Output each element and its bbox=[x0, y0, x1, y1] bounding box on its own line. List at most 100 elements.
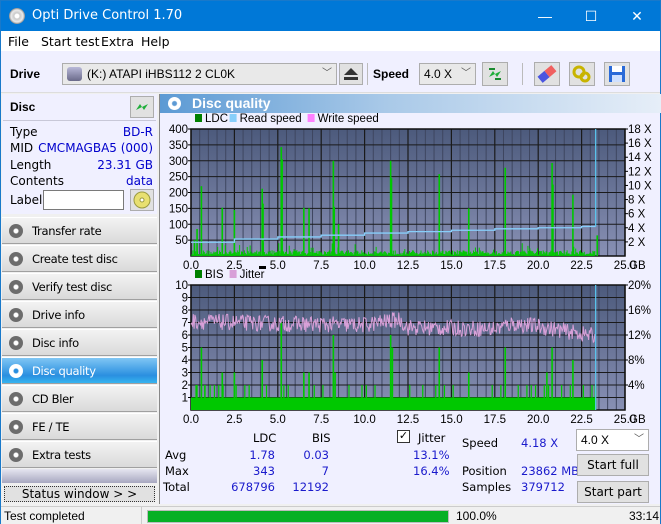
y2-tick-label: 8% bbox=[628, 355, 645, 367]
col-bis-header: BIS bbox=[312, 431, 331, 445]
title-bar: Opti Drive Control 1.70 — ☐ ✕ bbox=[1, 1, 660, 31]
gears-icon bbox=[572, 65, 591, 83]
nav-drive-info[interactable]: Drive info bbox=[2, 301, 157, 328]
legend-label: LDC bbox=[205, 113, 228, 125]
y2-tick-label: 12 X bbox=[628, 166, 652, 178]
drive-select[interactable]: (K:) ATAPI iHBS112 2 CL0K ﹀ bbox=[62, 63, 337, 85]
x-tick-label: 5.0 bbox=[270, 260, 286, 272]
total-ldc-value: 678796 bbox=[231, 480, 275, 494]
samples-value: 379712 bbox=[521, 480, 565, 494]
create-disc-icon bbox=[9, 252, 23, 266]
disc-mid-label: MID bbox=[10, 141, 34, 155]
total-bis-value: 12192 bbox=[292, 480, 329, 494]
nav-create-test-disc[interactable]: Create test disc bbox=[2, 245, 157, 272]
disc-label-input[interactable] bbox=[43, 190, 124, 210]
disc-info-icon bbox=[9, 336, 23, 350]
max-ldc-value: 343 bbox=[253, 464, 275, 478]
speed-select[interactable]: 4.0 X ﹀ bbox=[419, 63, 476, 85]
nav-extra-tests[interactable]: Extra tests bbox=[2, 441, 157, 468]
y-tick-label: 1 bbox=[182, 393, 188, 405]
max-bis-value: 7 bbox=[321, 464, 329, 478]
app-window: Opti Drive Control 1.70 — ☐ ✕ File Start… bbox=[0, 0, 661, 524]
drive-icon bbox=[67, 67, 82, 81]
disc-refresh-button[interactable] bbox=[130, 96, 154, 118]
max-label: Max bbox=[165, 464, 189, 478]
nav-cd-bler[interactable]: CD Bler bbox=[2, 385, 157, 412]
start-full-button[interactable]: Start full bbox=[577, 454, 649, 476]
position-value: 23862 MB bbox=[521, 464, 580, 478]
test-speed-select[interactable]: 4.0 X ﹀ bbox=[576, 429, 649, 451]
y2-tick-label: 8 X bbox=[628, 195, 646, 207]
disc-type-label: Type bbox=[10, 125, 38, 139]
disc-mid-value: CMCMAGBA5 (000) bbox=[38, 141, 153, 155]
nav-label: Verify test disc bbox=[32, 280, 113, 294]
y2-tick-label: 4% bbox=[628, 380, 645, 392]
speed-stat-label: Speed bbox=[462, 436, 499, 450]
menu-start-test[interactable]: Start test bbox=[41, 34, 100, 49]
total-label: Total bbox=[163, 480, 190, 494]
y-tick-label: 8 bbox=[182, 305, 188, 317]
refresh-arrows-icon bbox=[489, 68, 501, 80]
status-text: Test completed bbox=[4, 509, 85, 523]
sidebar: Disc Type BD-R MID CMCMAGBA5 (000) Lengt… bbox=[1, 94, 158, 504]
settings-button[interactable] bbox=[569, 62, 595, 86]
y2-tick-label: 20% bbox=[628, 280, 651, 292]
nav-disc-quality[interactable]: Disc quality bbox=[2, 357, 157, 384]
legend-label: Jitter bbox=[240, 269, 265, 281]
y2-tick-label: 16% bbox=[628, 305, 651, 317]
y-tick-label: 250 bbox=[169, 172, 188, 184]
extra-tests-icon bbox=[9, 448, 23, 462]
max-jitter-value: 16.4% bbox=[413, 464, 450, 478]
close-button[interactable]: ✕ bbox=[614, 1, 660, 31]
disc-label-button[interactable] bbox=[130, 189, 154, 211]
legend-swatch bbox=[229, 114, 237, 122]
x-tick-label: 17.5 bbox=[484, 260, 506, 272]
refresh-arrows-icon bbox=[136, 104, 148, 110]
menu-file[interactable]: File bbox=[8, 34, 29, 49]
status-bar: Test completed 100.0% 33:14 bbox=[1, 506, 660, 524]
menu-extra[interactable]: Extra bbox=[101, 34, 134, 49]
legend-marker bbox=[259, 266, 266, 269]
nav-transfer-rate[interactable]: Transfer rate bbox=[2, 217, 157, 244]
bis-base-fill bbox=[191, 397, 596, 410]
legend-label: BIS bbox=[205, 269, 224, 281]
toolbar-separator bbox=[522, 63, 523, 85]
erase-button[interactable] bbox=[534, 62, 560, 86]
nav-disc-info[interactable]: Disc info bbox=[2, 329, 157, 356]
disc-icon bbox=[133, 191, 151, 209]
x-tick-label: 10.0 bbox=[353, 260, 375, 272]
col-ldc-header: LDC bbox=[253, 431, 277, 445]
start-part-button[interactable]: Start part bbox=[577, 481, 649, 503]
legend-swatch bbox=[307, 114, 315, 122]
drive-info-icon bbox=[9, 308, 23, 322]
status-window-button[interactable]: Status window > > bbox=[4, 486, 155, 502]
y2-tick-label: 2 X bbox=[628, 237, 646, 249]
test-speed-value: 4.0 X bbox=[581, 433, 610, 447]
eject-button[interactable] bbox=[339, 63, 363, 85]
disc-contents-value: data bbox=[125, 174, 153, 188]
y-tick-label: 50 bbox=[175, 235, 188, 247]
refresh-button[interactable] bbox=[482, 62, 508, 86]
y2-tick-label: 16 X bbox=[628, 138, 652, 150]
maximize-button[interactable]: ☐ bbox=[568, 1, 614, 31]
chevron-down-icon: ﹀ bbox=[634, 434, 644, 445]
drive-select-value: (K:) ATAPI iHBS112 2 CL0K bbox=[87, 67, 236, 81]
disc-type-row: Type BD-R bbox=[10, 125, 153, 141]
menu-help[interactable]: Help bbox=[141, 34, 170, 49]
jitter-checkbox[interactable]: ✓ bbox=[397, 430, 410, 443]
nav-fe-te[interactable]: FE / TE bbox=[2, 413, 157, 440]
menu-bar: File Start test Extra Help bbox=[1, 31, 660, 51]
jitter-header: Jitter bbox=[418, 431, 446, 445]
x-tick-label: 15.0 bbox=[440, 260, 462, 272]
x-tick-label: 7.5 bbox=[313, 260, 329, 272]
y2-tick-label: 14 X bbox=[628, 152, 652, 164]
save-button[interactable] bbox=[604, 62, 630, 86]
nav-label: Disc quality bbox=[32, 364, 96, 378]
nav-label: CD Bler bbox=[32, 392, 74, 406]
nav-verify-test-disc[interactable]: Verify test disc bbox=[2, 273, 157, 300]
y2-tick-label: 6 X bbox=[628, 209, 646, 221]
legend-label: Write speed bbox=[318, 113, 379, 125]
minimize-button[interactable]: — bbox=[522, 1, 568, 31]
legend-swatch bbox=[229, 270, 237, 278]
disc-type-value: BD-R bbox=[122, 125, 153, 139]
